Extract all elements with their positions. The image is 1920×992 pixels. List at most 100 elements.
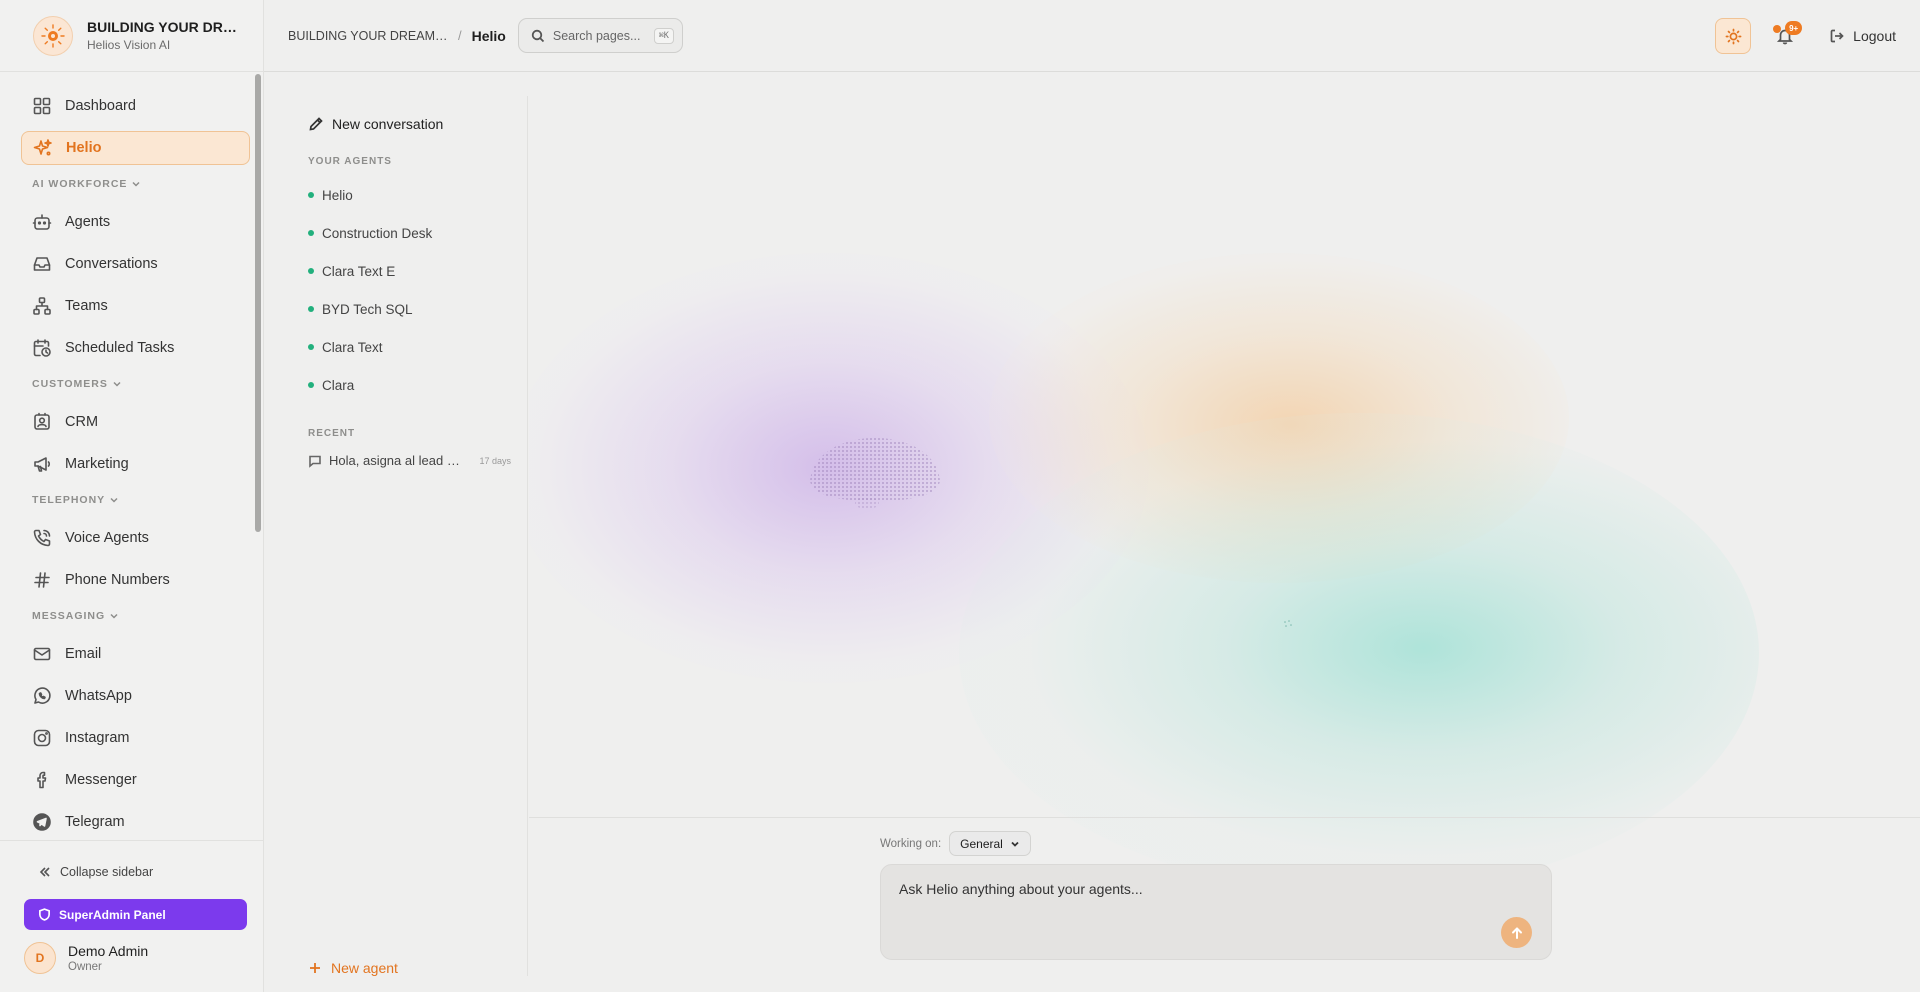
- sidebar-item-teams[interactable]: Teams: [21, 289, 250, 323]
- sidebar-item-label: Agents: [65, 214, 111, 230]
- recent-conversation-item[interactable]: Hola, asigna al lead a la agente 17 days: [308, 453, 511, 468]
- notifications-button[interactable]: 9+: [1767, 18, 1803, 54]
- logout-button[interactable]: Logout: [1829, 28, 1896, 44]
- grid-icon: [33, 97, 51, 115]
- collapse-sidebar-button[interactable]: Collapse sidebar: [38, 862, 263, 882]
- working-on-label: Working on:: [880, 837, 942, 850]
- sidebar-item-crm[interactable]: CRM: [21, 405, 250, 439]
- working-on-bar: Working on: General: [880, 831, 1031, 856]
- user-name: Demo Admin: [68, 943, 149, 959]
- sidebar-item-telegram[interactable]: Telegram: [21, 805, 250, 839]
- section-telephony[interactable]: TELEPHONY: [32, 489, 262, 511]
- sparkle-icon: [33, 139, 52, 156]
- sidebar-item-label: Instagram: [65, 730, 130, 746]
- chevron-down-icon: [110, 497, 118, 503]
- shield-icon: [39, 908, 50, 921]
- sidebar-item-label: Scheduled Tasks: [65, 340, 175, 356]
- breadcrumb-separator: /: [458, 28, 462, 43]
- search-input[interactable]: Search pages... ⌘K: [517, 18, 683, 53]
- sidebar-item-label: WhatsApp: [65, 688, 132, 704]
- section-messaging[interactable]: MESSAGING: [32, 605, 262, 627]
- sidebar-item-label: CRM: [65, 414, 99, 430]
- recent-conversation-time: 17 days: [479, 455, 511, 466]
- superadmin-panel-button[interactable]: SuperAdmin Panel: [24, 899, 247, 930]
- agent-item-helio[interactable]: Helio: [308, 176, 527, 214]
- search-icon: [531, 29, 544, 42]
- sidebar-item-email[interactable]: Email: [21, 637, 250, 671]
- sidebar-item-label: Helio: [66, 140, 102, 156]
- section-ai-workforce[interactable]: AI WORKFORCE: [32, 173, 262, 195]
- plus-icon: [310, 963, 320, 973]
- sidebar-item-label: Phone Numbers: [65, 572, 170, 588]
- chevron-down-icon: [113, 381, 121, 387]
- sidebar-item-label: Dashboard: [65, 98, 136, 114]
- calendar-clock-icon: [33, 339, 51, 357]
- status-dot: [308, 306, 314, 312]
- mail-icon: [33, 647, 51, 661]
- chevron-down-icon: [1011, 841, 1019, 847]
- chevron-down-icon: [132, 181, 140, 187]
- agent-item-byd-tech-sql[interactable]: BYD Tech SQL: [308, 290, 527, 328]
- sidebar-footer: Collapse sidebar SuperAdmin Panel D Demo…: [0, 840, 263, 992]
- contact-card-icon: [34, 412, 50, 430]
- telegram-icon: [33, 813, 51, 831]
- bot-icon: [32, 214, 52, 230]
- send-button[interactable]: [1501, 917, 1532, 948]
- context-select[interactable]: General: [949, 831, 1031, 856]
- sun-icon: [1725, 28, 1742, 44]
- sidebar: BUILDING YOUR DREAMS TOGETHER Helios Vis…: [0, 0, 264, 992]
- sidebar-item-agents[interactable]: Agents: [21, 205, 250, 239]
- agent-panel: New conversation YOUR AGENTS Helio Const…: [264, 96, 528, 976]
- breadcrumb-current: Helio: [471, 27, 506, 44]
- inbox-icon: [33, 257, 51, 271]
- phone-call-icon: [33, 529, 51, 547]
- chevron-down-icon: [110, 613, 118, 619]
- agent-item-clara[interactable]: Clara: [308, 366, 527, 404]
- sidebar-item-conversations[interactable]: Conversations: [21, 247, 250, 281]
- facebook-icon: [37, 771, 47, 789]
- breadcrumb-parent[interactable]: BUILDING YOUR DREAMS TOGETHER: [288, 29, 448, 43]
- section-customers[interactable]: CUSTOMERS: [32, 373, 262, 395]
- org-chart-icon: [33, 297, 51, 315]
- new-conversation-button[interactable]: New conversation: [308, 116, 527, 132]
- user-role: Owner: [68, 961, 102, 973]
- sidebar-item-label: Messenger: [65, 772, 137, 788]
- status-dot: [308, 382, 314, 388]
- brand-name: BUILDING YOUR DREAMS TOGETHER: [87, 19, 237, 35]
- sidebar-scrollbar[interactable]: [255, 74, 261, 532]
- agent-item-construction-desk[interactable]: Construction Desk: [308, 214, 527, 252]
- sidebar-item-scheduled-tasks[interactable]: Scheduled Tasks: [21, 331, 250, 365]
- sidebar-item-whatsapp[interactable]: WhatsApp: [21, 679, 250, 713]
- chat-bubble-icon: [309, 455, 321, 468]
- sidebar-item-dashboard[interactable]: Dashboard: [21, 89, 250, 123]
- search-shortcut: ⌘K: [653, 27, 674, 44]
- agent-item-clara-text-e[interactable]: Clara Text E: [308, 252, 527, 290]
- teal-dot-graphic: [1284, 620, 1292, 627]
- sun-logo-icon: [33, 15, 73, 56]
- chat-input[interactable]: [899, 881, 1479, 897]
- sidebar-item-instagram[interactable]: Instagram: [21, 721, 250, 755]
- brand-header[interactable]: BUILDING YOUR DREAMS TOGETHER Helios Vis…: [0, 0, 263, 72]
- theme-toggle-button[interactable]: [1715, 18, 1752, 54]
- new-agent-button[interactable]: New agent: [308, 960, 398, 976]
- arrow-up-icon: [1511, 927, 1522, 939]
- agent-list: Helio Construction Desk Clara Text E BYD…: [264, 176, 527, 404]
- brand-subtitle: Helios Vision AI: [87, 38, 171, 52]
- agent-item-clara-text[interactable]: Clara Text: [308, 328, 527, 366]
- whatsapp-icon: [34, 687, 51, 704]
- chevrons-left-icon: [39, 867, 50, 877]
- logout-icon: [1830, 29, 1844, 43]
- status-dot: [308, 230, 314, 236]
- sidebar-item-messenger[interactable]: Messenger: [21, 763, 250, 797]
- sidebar-item-label: Voice Agents: [65, 530, 149, 546]
- user-profile[interactable]: D Demo Admin Owner: [24, 942, 263, 974]
- sidebar-item-phone-numbers[interactable]: Phone Numbers: [21, 563, 250, 597]
- pencil-icon: [309, 117, 323, 131]
- avatar: D: [24, 942, 56, 974]
- recent-heading: RECENT: [308, 428, 356, 439]
- sidebar-item-helio[interactable]: Helio: [21, 131, 250, 165]
- sidebar-item-voice-agents[interactable]: Voice Agents: [21, 521, 250, 555]
- sidebar-item-label: Conversations: [65, 256, 158, 272]
- sidebar-item-marketing[interactable]: Marketing: [21, 447, 250, 481]
- status-dot: [308, 192, 314, 198]
